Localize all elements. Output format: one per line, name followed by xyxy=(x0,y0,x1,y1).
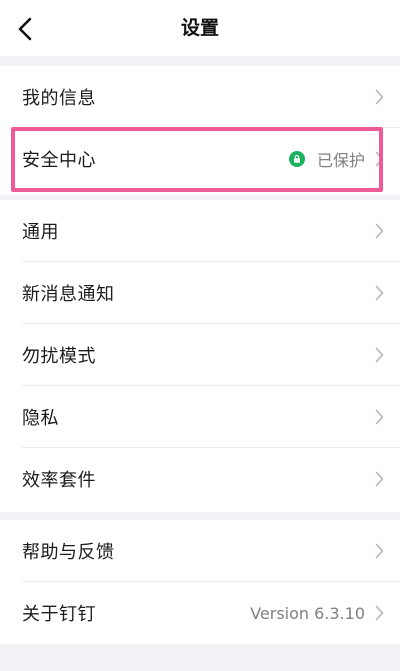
back-button[interactable] xyxy=(18,14,52,44)
page-title: 设置 xyxy=(180,17,219,39)
chevron-right-icon xyxy=(375,89,384,105)
version-text: Version 6.3.10 xyxy=(250,603,365,623)
chevron-right-icon xyxy=(375,605,384,621)
chevron-right-icon xyxy=(375,543,384,559)
settings-item-productivity-suite[interactable]: 效率套件 xyxy=(0,448,400,510)
chevron-right-icon xyxy=(375,347,384,363)
chevron-right-icon xyxy=(375,285,384,301)
settings-item-my-info[interactable]: 我的信息 xyxy=(0,66,400,128)
settings-item-label: 关于钉钉 xyxy=(22,604,96,625)
settings-item-do-not-disturb[interactable]: 勿扰模式 xyxy=(0,324,400,386)
settings-item-label: 通用 xyxy=(22,222,59,243)
chevron-right-icon xyxy=(375,471,384,487)
settings-item-label: 隐私 xyxy=(22,408,59,429)
settings-item-notifications[interactable]: 新消息通知 xyxy=(0,262,400,324)
settings-item-label: 我的信息 xyxy=(22,88,96,109)
chevron-right-icon xyxy=(375,409,384,425)
settings-item-security-center[interactable]: 安全中心 已保护 xyxy=(0,128,400,190)
chevron-right-icon xyxy=(375,151,384,167)
settings-group-account: 我的信息 安全中心 已保护 xyxy=(0,66,400,195)
settings-item-help-feedback[interactable]: 帮助与反馈 xyxy=(0,520,400,582)
settings-item-label: 勿扰模式 xyxy=(22,346,96,367)
lock-icon xyxy=(288,151,305,167)
settings-group-general: 通用 新消息通知 勿扰模式 隐私 效率套件 xyxy=(0,200,400,512)
settings-item-general[interactable]: 通用 xyxy=(0,200,400,262)
settings-item-about[interactable]: 关于钉钉 Version 6.3.10 xyxy=(0,582,400,644)
settings-item-privacy[interactable]: 隐私 xyxy=(0,386,400,448)
chevron-left-icon xyxy=(18,17,32,41)
settings-item-label: 新消息通知 xyxy=(22,284,115,305)
security-status-text: 已保护 xyxy=(316,151,365,170)
settings-page: 设置 我的信息 安全中心 已保护 通用 新消息通知 勿扰模式 隐私 效率套件 帮… xyxy=(0,0,400,671)
nav-bar: 设置 xyxy=(0,0,400,56)
chevron-right-icon xyxy=(375,223,384,239)
settings-item-label: 效率套件 xyxy=(22,470,96,491)
settings-group-about: 帮助与反馈 关于钉钉 Version 6.3.10 xyxy=(0,520,400,644)
settings-item-label: 帮助与反馈 xyxy=(22,542,115,563)
settings-item-label: 安全中心 xyxy=(22,150,96,171)
